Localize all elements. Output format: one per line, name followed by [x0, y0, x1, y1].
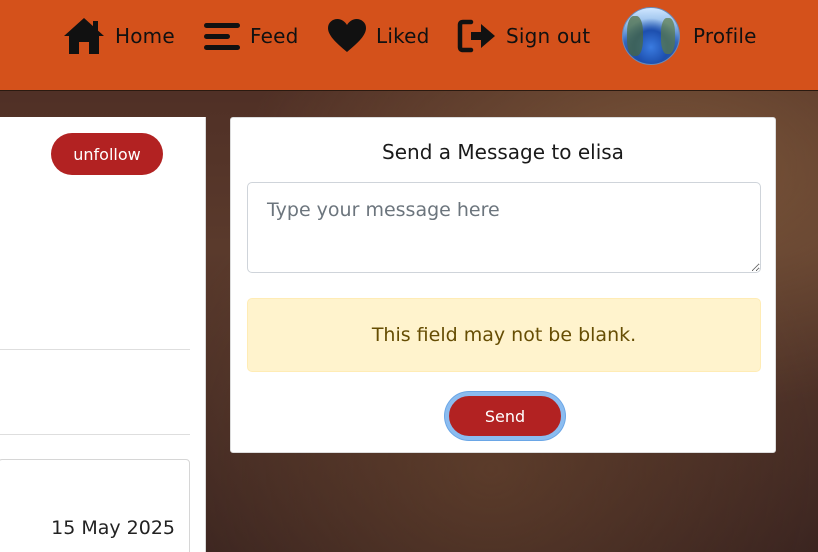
message-panel: Send a Message to elisa This field may n… — [230, 117, 776, 453]
menu-icon — [204, 23, 240, 50]
top-navbar: Home Feed Liked Sign out Profile — [0, 0, 818, 91]
divider — [0, 349, 190, 350]
nav-home-label: Home — [115, 24, 175, 48]
message-input[interactable] — [247, 182, 761, 273]
unfollow-button[interactable]: unfollow — [51, 133, 163, 175]
divider — [0, 434, 190, 435]
nav-feed-link[interactable]: Feed — [203, 0, 299, 72]
sign-out-icon — [457, 19, 495, 53]
profile-panel: unfollow 15 May 2025 — [0, 117, 206, 552]
nav-feed-label: Feed — [250, 24, 299, 48]
post-date: 15 May 2025 — [51, 517, 175, 539]
home-icon — [64, 18, 104, 54]
send-button[interactable]: Send — [445, 392, 565, 440]
nav-signout-label: Sign out — [506, 24, 591, 48]
error-alert-text: This field may not be blank. — [371, 324, 637, 346]
message-panel-title: Send a Message to elisa — [382, 140, 624, 164]
nav-signout-link[interactable]: Sign out — [457, 0, 590, 72]
nav-profile-label: Profile — [693, 24, 757, 48]
nav-liked-link[interactable]: Liked — [327, 0, 430, 72]
nav-liked-label: Liked — [376, 24, 430, 48]
heart-icon — [328, 19, 366, 52]
avatar — [622, 7, 680, 65]
nav-home-link[interactable]: Home — [62, 0, 175, 72]
nav-profile-link[interactable]: Profile — [622, 0, 757, 72]
error-alert: This field may not be blank. — [247, 298, 761, 372]
